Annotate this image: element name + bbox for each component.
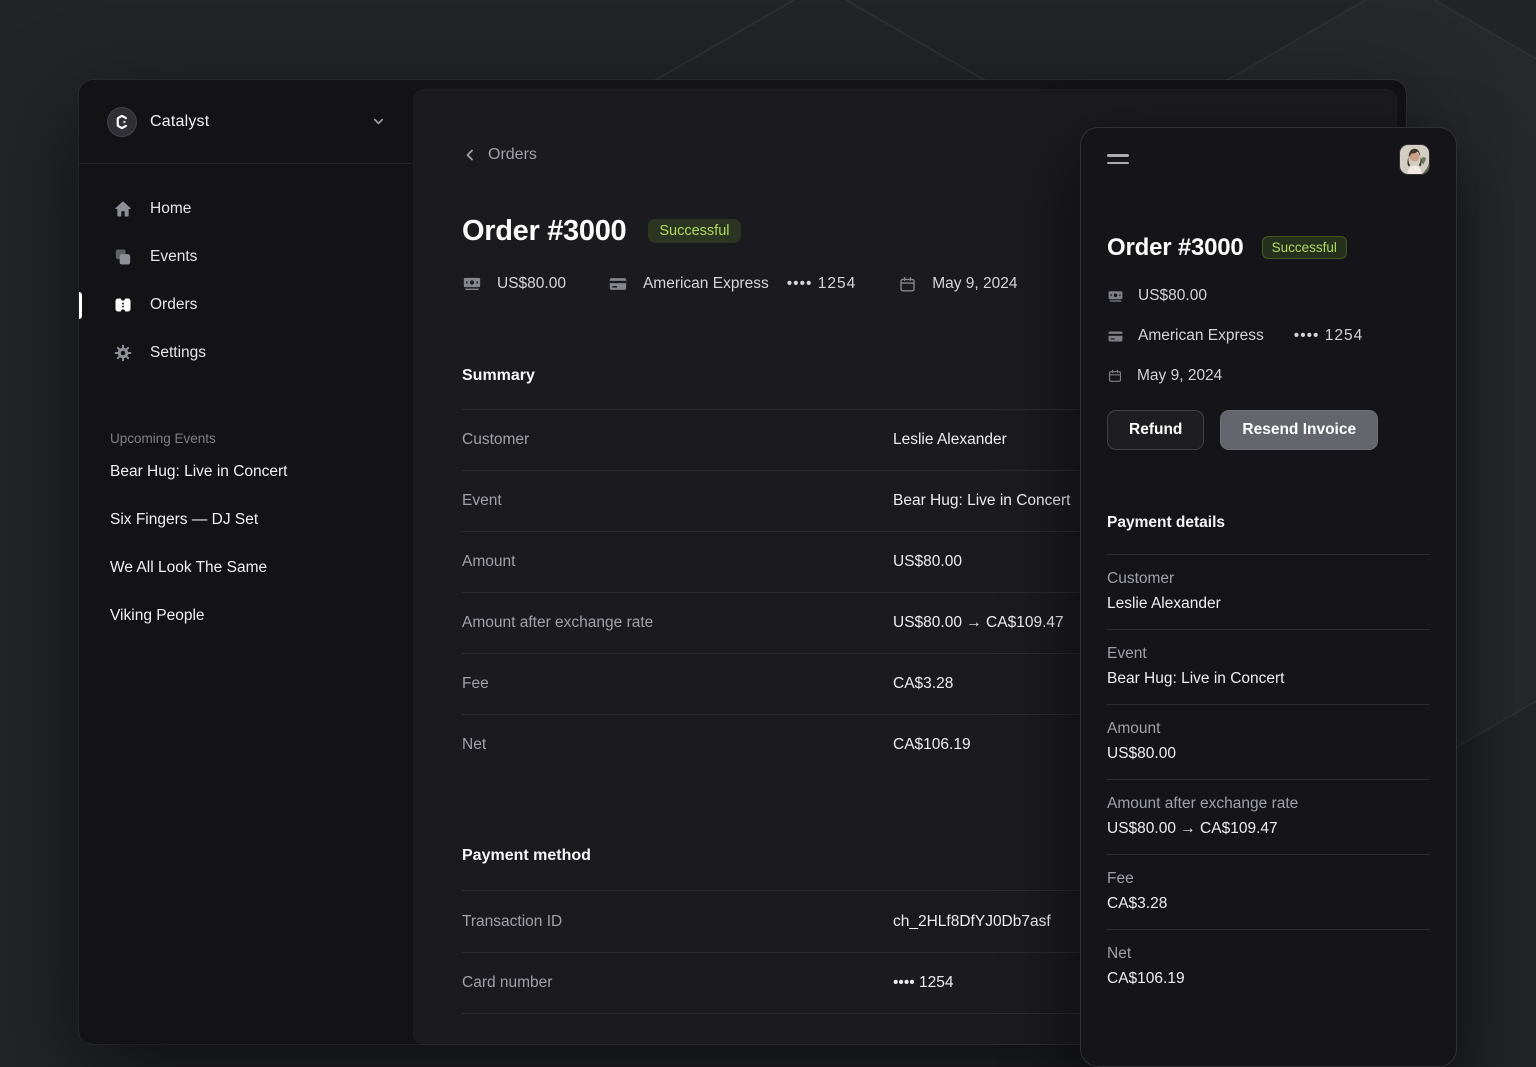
row-value: ch_2HLf8DfYJ0Db7asf xyxy=(893,913,1051,931)
sidebar-item-label: Events xyxy=(150,248,197,266)
row-value: US$80.00 → CA$109.47 xyxy=(893,614,1064,632)
banknotes-icon xyxy=(1107,288,1124,305)
detail-value: Leslie Alexander xyxy=(1107,595,1430,613)
catalyst-logo-icon xyxy=(107,107,137,137)
row-label: Card number xyxy=(462,974,552,992)
phone-amount-value: US$80.00 xyxy=(1138,287,1207,305)
payment-details-heading: Payment details xyxy=(1107,514,1430,532)
detail-label: Amount xyxy=(1107,720,1430,738)
sidebar-item-settings[interactable]: Settings xyxy=(99,334,396,372)
active-nav-indicator xyxy=(79,292,82,319)
row-label: Customer xyxy=(462,431,529,449)
workspace-name: Catalyst xyxy=(150,113,209,131)
row-value: CA$106.19 xyxy=(893,736,971,754)
square-stack-icon xyxy=(113,247,133,267)
row-label: Transaction ID xyxy=(462,913,562,931)
row-value: US$80.00 xyxy=(893,553,962,571)
hamburger-menu-icon[interactable] xyxy=(1107,150,1129,164)
row-label: Net xyxy=(462,736,486,754)
card-brand: American Express xyxy=(643,275,769,293)
order-date-value: May 9, 2024 xyxy=(932,275,1017,293)
order-card: American Express •••• 1254 xyxy=(608,274,856,294)
phone-date-value: May 9, 2024 xyxy=(1137,367,1222,385)
row-value: Bear Hug: Live in Concert xyxy=(893,492,1070,510)
breadcrumb-label: Orders xyxy=(488,146,537,164)
list-item: Customer Leslie Alexander xyxy=(1107,555,1430,630)
list-item: Fee CA$3.28 xyxy=(1107,855,1430,930)
detail-value: CA$3.28 xyxy=(1107,895,1430,913)
phone-order-date: May 9, 2024 xyxy=(1107,364,1430,388)
card-last4: •••• 1254 xyxy=(787,275,857,293)
mobile-preview-panel: Order #3000 Successful US$80.00 xyxy=(1080,127,1457,1067)
sidebar: Catalyst Home Events xyxy=(79,80,412,1044)
home-icon xyxy=(113,199,133,219)
refund-button[interactable]: Refund xyxy=(1107,410,1204,450)
sidebar-event-link[interactable]: We All Look The Same xyxy=(110,544,392,592)
detail-value: US$80.00 → CA$109.47 xyxy=(1107,820,1430,838)
user-avatar[interactable] xyxy=(1399,144,1430,175)
list-item: Amount after exchange rate US$80.00 → CA… xyxy=(1107,780,1430,855)
list-item: Net CA$106.19 xyxy=(1107,930,1430,1004)
sidebar-event-link[interactable]: Bear Hug: Live in Concert xyxy=(110,448,392,496)
sidebar-item-label: Home xyxy=(150,200,191,218)
status-badge: Successful xyxy=(648,219,740,243)
credit-card-icon xyxy=(608,274,628,294)
sidebar-nav: Home Events xyxy=(79,164,412,372)
ticket-icon xyxy=(113,295,133,315)
sidebar-item-events[interactable]: Events xyxy=(99,238,396,276)
row-label: Event xyxy=(462,492,502,510)
detail-label: Amount after exchange rate xyxy=(1107,795,1430,813)
upcoming-events-heading: Upcoming Events xyxy=(110,431,392,446)
list-item: Amount US$80.00 xyxy=(1107,705,1430,780)
breadcrumb-back-orders[interactable]: Orders xyxy=(462,146,537,164)
sidebar-event-link[interactable]: Viking People xyxy=(110,592,392,640)
sidebar-event-link[interactable]: Six Fingers — DJ Set xyxy=(110,496,392,544)
sidebar-item-label: Settings xyxy=(150,344,206,362)
chevron-down-icon xyxy=(371,114,386,129)
gear-icon xyxy=(113,343,133,363)
order-amount: US$80.00 xyxy=(462,274,566,294)
banknotes-icon xyxy=(462,274,482,294)
detail-value: US$80.00 xyxy=(1107,745,1430,763)
workspace-switcher[interactable]: Catalyst xyxy=(79,80,412,164)
phone-status-badge: Successful xyxy=(1262,236,1347,259)
row-value: Leslie Alexander xyxy=(893,431,1007,449)
row-label: Amount xyxy=(462,553,515,571)
order-date: May 9, 2024 xyxy=(898,275,1017,294)
resend-invoice-button[interactable]: Resend Invoice xyxy=(1220,410,1378,450)
credit-card-icon xyxy=(1107,328,1124,345)
chevron-left-icon xyxy=(462,147,478,163)
upcoming-events-section: Upcoming Events Bear Hug: Live in Concer… xyxy=(79,431,412,640)
detail-label: Event xyxy=(1107,645,1430,663)
phone-order-title: Order #3000 xyxy=(1107,233,1244,262)
sidebar-item-label: Orders xyxy=(150,296,197,314)
phone-card-last4: •••• 1254 xyxy=(1294,327,1364,345)
page-title: Order #3000 xyxy=(462,214,626,248)
row-label: Fee xyxy=(462,675,489,693)
row-value: CA$3.28 xyxy=(893,675,953,693)
detail-value: CA$106.19 xyxy=(1107,970,1430,988)
sidebar-item-home[interactable]: Home xyxy=(99,190,396,228)
detail-label: Net xyxy=(1107,945,1430,963)
phone-card-brand: American Express xyxy=(1138,327,1264,345)
phone-order-meta: US$80.00 American Express •••• 1254 xyxy=(1107,284,1430,388)
calendar-icon xyxy=(898,275,917,294)
order-amount-value: US$80.00 xyxy=(497,275,566,293)
calendar-icon xyxy=(1107,368,1123,384)
row-value: •••• 1254 xyxy=(893,974,954,992)
phone-order-amount: US$80.00 xyxy=(1107,284,1430,308)
detail-label: Fee xyxy=(1107,870,1430,888)
list-item: Event Bear Hug: Live in Concert xyxy=(1107,630,1430,705)
payment-details-list: Customer Leslie Alexander Event Bear Hug… xyxy=(1107,554,1430,1004)
phone-order-card: American Express •••• 1254 xyxy=(1107,324,1430,348)
detail-value: Bear Hug: Live in Concert xyxy=(1107,670,1430,688)
sidebar-item-orders[interactable]: Orders xyxy=(99,286,396,324)
detail-label: Customer xyxy=(1107,570,1430,588)
row-label: Amount after exchange rate xyxy=(462,614,653,632)
